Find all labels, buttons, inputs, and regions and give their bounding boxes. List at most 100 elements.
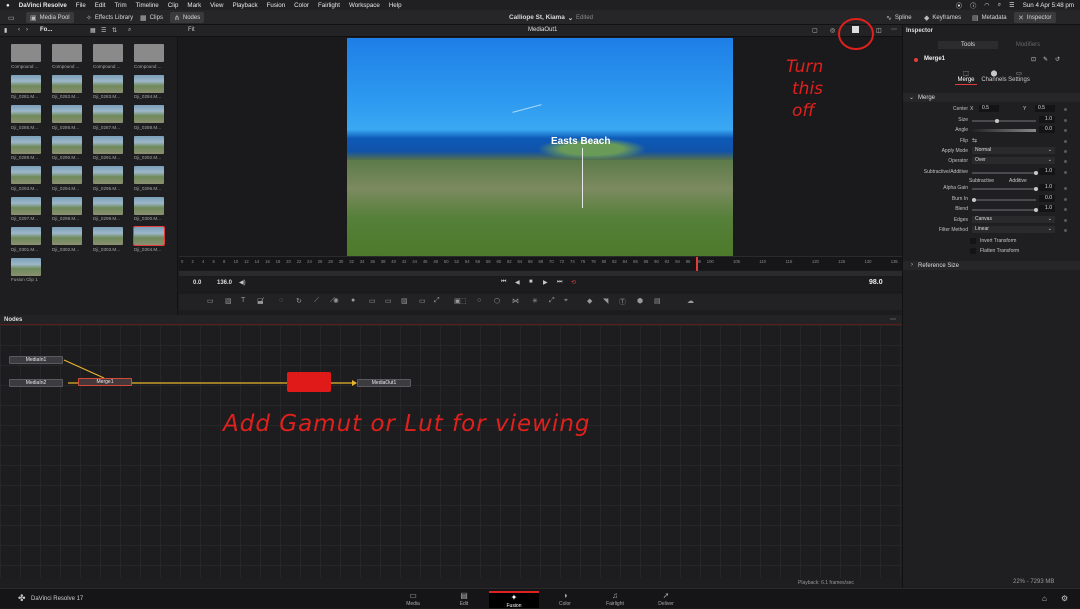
property-dropdown[interactable]: Normal ⌄ [972,147,1055,154]
lens-icon[interactable]: ◌ [279,297,283,304]
folder-name[interactable]: Fo... [40,27,52,33]
clip-thumbnail[interactable] [11,135,41,154]
center-x-field[interactable]: 0.5 [979,105,999,112]
slider-knob[interactable] [1034,208,1038,212]
menu-file[interactable]: File [76,2,86,9]
menu-trim[interactable]: Trim [114,2,126,9]
slider-knob[interactable] [994,119,999,123]
property-slider[interactable] [972,208,1038,212]
clip-thumbnail[interactable] [134,105,164,123]
menu-edit[interactable]: Edit [95,2,106,9]
sort-icon[interactable]: ⇅ [112,27,117,34]
drop-icon[interactable]: ● [351,297,355,304]
node-mediaout1[interactable]: MediaOut1 [357,379,411,387]
clip-thumbnail[interactable] [134,44,164,62]
slider-knob[interactable] [972,198,976,202]
keyframe-dot[interactable] [1064,187,1067,190]
go-to-end-icon[interactable]: ⏭ [557,279,562,286]
play-icon[interactable]: ▶ [543,279,548,286]
subtab-channels[interactable]: ⬤ Channels [981,70,1007,83]
clip-thumbnail[interactable] [134,166,164,184]
pin-icon[interactable]: ✎ [1043,56,1048,63]
clip-thumbnail[interactable] [52,44,82,62]
clip-thumbnail[interactable] [93,135,123,154]
clip-thumbnail[interactable] [93,44,123,62]
clip-thumbnail[interactable] [11,166,41,184]
cloud-icon[interactable]: ☁ [687,297,694,305]
keyframe-dot[interactable] [1064,171,1067,174]
page-tab-fairlight[interactable]: ♫ Fairlight [590,591,640,608]
image-icon[interactable]: ▨ [401,297,408,305]
property-value[interactable]: 0.0 [1039,195,1055,202]
angle-wheel[interactable] [972,129,1036,132]
clip-thumbnail[interactable] [134,135,164,154]
pointer-icon[interactable]: ⌖ [564,297,568,305]
emitter-icon[interactable]: ⤢ [549,297,555,305]
loader-icon[interactable]: ▭ [369,297,376,305]
metadata-button[interactable]: ▤ Metadata [968,12,1011,23]
clip-thumbnail[interactable] [52,105,82,123]
clip-thumbnail[interactable] [52,166,82,184]
record-icon[interactable]: ⦿ [956,1,962,10]
text-icon[interactable]: T [241,297,245,304]
settings-gear-icon[interactable]: ⚙ [1061,594,1068,603]
node-mediain2[interactable]: MediaIn2 [9,379,63,387]
keyframe-dot[interactable] [1064,208,1067,211]
search-pool-icon[interactable]: ⌕ [128,27,131,34]
clip-thumbnail[interactable] [11,44,41,62]
clip-thumbnail[interactable] [11,105,41,123]
zoom-fit-dropdown[interactable]: Fit [188,27,195,33]
time-ruler[interactable]: 0 2 4 6 8 10 12 14 16 18 20 22 24 26 28 30 32 34 36 38 40 42 4… [179,256,902,276]
menu-color[interactable]: Color [294,2,309,9]
play-reverse-icon[interactable]: ◀ [515,279,520,286]
menu-help[interactable]: Help [389,2,402,9]
brush2-icon[interactable]: ⟋ [314,297,319,305]
keyframe-dot[interactable] [1064,198,1067,201]
global-start-field[interactable]: 0.0 [193,280,201,286]
bspline-icon[interactable]: ⋈ [512,297,519,305]
clip-thumbnail[interactable] [133,226,165,246]
property-value[interactable]: 1.0 [1039,168,1055,175]
home-icon[interactable]: ⌂ [1042,594,1047,603]
tab-modifiers[interactable]: Modifiers [998,41,1058,49]
keyframe-dot[interactable] [1064,119,1067,122]
clip-thumbnail[interactable] [11,196,41,215]
clip-thumbnail[interactable] [52,135,82,154]
property-dropdown[interactable]: Canvas ⌄ [972,216,1055,223]
page-tab-fusion[interactable]: ✦ Fusion [489,591,539,609]
apple-icon[interactable]: ● [6,2,10,9]
inspector-button[interactable]: ✕ Inspector [1014,12,1056,23]
tab-tools[interactable]: Tools [938,41,998,49]
keyframe-dot[interactable] [1064,160,1067,163]
menu-fusion[interactable]: Fusion [267,2,286,9]
property-dropdown[interactable]: Linear ⌄ [972,226,1055,233]
panel-toggle-button[interactable]: ▭ [4,12,19,23]
page-tab-color[interactable]: ◑ Color [540,591,590,608]
go-to-start-icon[interactable]: ⏮ [501,279,506,286]
back-icon[interactable]: ‹ [18,27,20,33]
brush-icon[interactable]: ∕ [262,297,263,304]
keyframe-dot[interactable] [1064,219,1067,222]
menu-playback[interactable]: Playback [232,2,257,9]
clip-thumbnail[interactable] [11,74,41,93]
transform-icon[interactable]: ⤢ [434,297,440,305]
checkbox[interactable] [970,238,976,244]
bg-icon[interactable]: ▭ [207,297,214,305]
crop-icon[interactable]: ⬚ [460,297,467,305]
saver-icon[interactable]: ▭ [385,297,392,305]
list-view-icon[interactable]: ☰ [101,27,106,34]
clip-thumbnail[interactable] [134,196,164,215]
menu-clip[interactable]: Clip [168,2,179,9]
clip-thumbnail[interactable] [93,227,123,245]
viewer-image[interactable]: Easts Beach [347,38,733,256]
subtab-settings[interactable]: ▭ Settings [1007,70,1031,83]
nodes-button[interactable]: ⋔ Nodes [170,12,205,23]
audio-icon[interactable]: ◀) [239,279,246,286]
property-dropdown[interactable]: Over ⌄ [972,157,1055,164]
page-tab-deliver[interactable]: ➚ Deliver [641,591,691,608]
grid-view-icon[interactable]: ▦ [90,27,96,34]
clip-thumbnail[interactable] [93,74,123,93]
section-merge-header[interactable]: ⌄ Merge [903,93,1080,102]
timeline-range-bar[interactable] [179,271,902,276]
view-options-icon[interactable]: ▢ [812,27,818,34]
